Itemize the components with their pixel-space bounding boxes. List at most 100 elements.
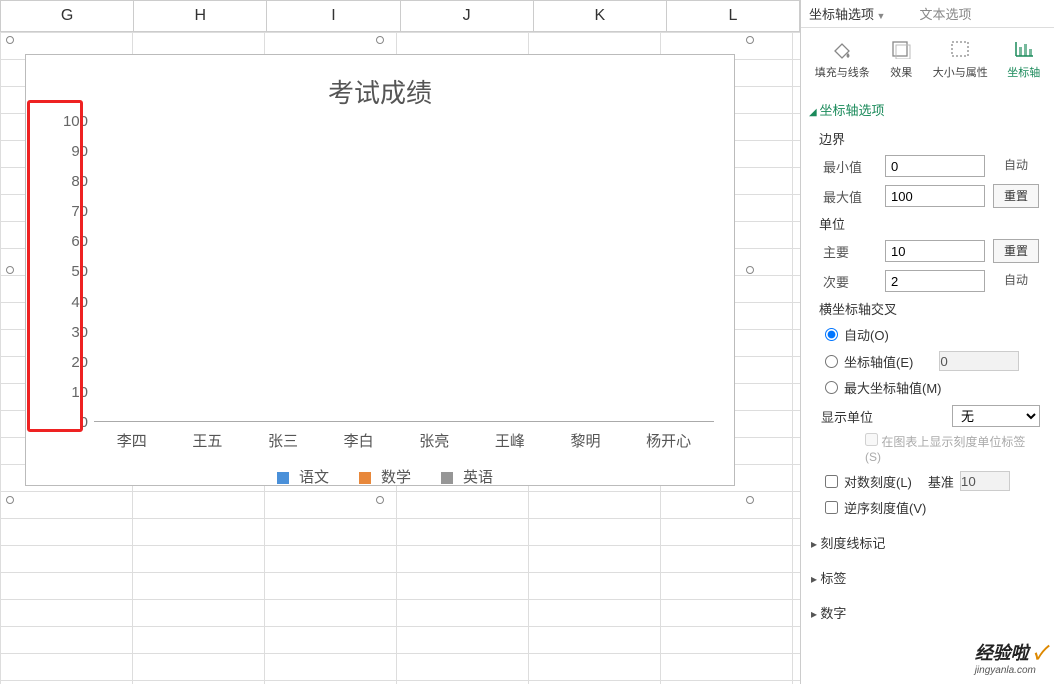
minor-auto-button[interactable]: 自动 <box>993 269 1039 293</box>
size-properties-button[interactable]: 大小与属性 <box>933 38 988 80</box>
x-axis-labels: 李四 王五 张三 李白 张亮 王峰 黎明 杨开心 <box>94 428 714 452</box>
minor-row: 次要 自动 <box>823 269 1040 293</box>
x-tick-label: 王五 <box>192 430 222 451</box>
major-label: 主要 <box>823 242 877 261</box>
units-label: 单位 <box>819 214 1040 233</box>
legend-swatch <box>359 472 371 484</box>
max-row: 最大值 重置 <box>823 184 1040 208</box>
col-header[interactable]: G <box>0 1 134 31</box>
panel-icon-row: 填充与线条 效果 大小与属性 坐标轴 <box>801 28 1054 86</box>
major-input[interactable] <box>885 240 985 262</box>
legend-swatch <box>441 472 453 484</box>
cross-label: 横坐标轴交叉 <box>819 299 1040 318</box>
radio-auto-row[interactable]: 自动(O) <box>825 325 1040 344</box>
min-row: 最小值 自动 <box>823 154 1040 178</box>
col-header[interactable]: K <box>534 1 667 31</box>
paint-bucket-icon <box>830 38 854 60</box>
chart-object[interactable]: 考试成绩 0102030405060708090100 李四王五张三李白张亮王峰… <box>10 40 750 500</box>
display-unit-select[interactable]: 无 <box>952 405 1040 427</box>
annotation-highlight-axis <box>27 100 83 432</box>
check-label: 逆序刻度值(V) <box>844 498 926 517</box>
plot-area: 0102030405060708090100 李四王五张三李白张亮王峰黎明杨开心 <box>94 122 714 452</box>
x-tick-label: 杨开心 <box>646 430 691 451</box>
fill-line-button[interactable]: 填充与线条 <box>815 38 870 80</box>
cross-value-radio[interactable] <box>825 355 838 368</box>
radio-label: 最大坐标轴值(M) <box>844 378 942 397</box>
resize-handle[interactable] <box>746 36 754 44</box>
col-header[interactable]: J <box>401 1 534 31</box>
icon-label: 效果 <box>890 64 912 80</box>
x-tick-label: 张三 <box>268 430 298 451</box>
x-tick-label: 李四 <box>117 430 147 451</box>
max-label: 最大值 <box>823 187 877 206</box>
effects-icon <box>889 38 913 60</box>
radio-label: 自动(O) <box>844 325 889 344</box>
format-axis-panel: 坐标轴选项 文本选项 填充与线条 效果 大小与属性 坐标轴 <box>800 0 1054 684</box>
legend-item[interactable]: 英语 <box>431 466 493 487</box>
resize-handle[interactable] <box>6 36 14 44</box>
bounds-label: 边界 <box>819 129 1040 148</box>
chart-box: 考试成绩 0102030405060708090100 李四王五张三李白张亮王峰… <box>25 54 735 486</box>
icon-label: 填充与线条 <box>815 64 870 80</box>
log-scale-row[interactable]: 对数刻度(L) 基准 <box>825 471 1040 491</box>
resize-handle[interactable] <box>6 496 14 504</box>
legend-swatch <box>277 472 289 484</box>
labels-section[interactable]: 标签 <box>811 568 1040 587</box>
col-header[interactable]: L <box>667 1 800 31</box>
display-unit-label: 显示单位 <box>821 407 873 426</box>
chart-legend[interactable]: 语文数学英语 <box>26 452 734 487</box>
tab-axis-options[interactable]: 坐标轴选项 <box>809 4 885 23</box>
cross-max-radio[interactable] <box>825 381 838 394</box>
radio-max-row[interactable]: 最大坐标轴值(M) <box>825 378 1040 397</box>
resize-handle[interactable] <box>746 266 754 274</box>
minor-input[interactable] <box>885 270 985 292</box>
x-tick-label: 张亮 <box>419 430 449 451</box>
watermark: 经验啦 ✓ jingyanla.com <box>975 639 1046 676</box>
resize-handle[interactable] <box>376 496 384 504</box>
bars-container <box>94 122 714 421</box>
radio-label: 坐标轴值(E) <box>844 352 913 371</box>
panel-tabs: 坐标轴选项 文本选项 <box>801 0 1054 28</box>
show-unit-label-check: 在图表上显示刻度单位标签(S) <box>865 433 1040 464</box>
size-icon <box>948 38 972 60</box>
show-unit-checkbox <box>865 433 878 446</box>
axis-icon <box>1012 38 1036 60</box>
reverse-row[interactable]: 逆序刻度值(V) <box>825 498 1040 517</box>
log-scale-checkbox[interactable] <box>825 475 838 488</box>
reverse-checkbox[interactable] <box>825 501 838 514</box>
panel-body: 坐标轴选项 边界 最小值 自动 最大值 重置 单位 主要 重置 次要 自动 横坐… <box>801 86 1054 630</box>
major-reset-button[interactable]: 重置 <box>993 239 1039 263</box>
tab-text-options[interactable]: 文本选项 <box>919 4 971 23</box>
major-row: 主要 重置 <box>823 239 1040 263</box>
col-header[interactable]: H <box>134 1 267 31</box>
legend-item[interactable]: 语文 <box>267 466 329 487</box>
display-unit-row: 显示单位 无 <box>821 405 1040 427</box>
column-header-row: G H I J K L <box>0 0 800 32</box>
minor-label: 次要 <box>823 272 877 291</box>
x-tick-label: 李白 <box>344 430 374 451</box>
chart-title[interactable]: 考试成绩 <box>26 55 734 122</box>
x-tick-label: 王峰 <box>495 430 525 451</box>
resize-handle[interactable] <box>6 266 14 274</box>
icon-label: 坐标轴 <box>1007 64 1040 80</box>
axis-options-section[interactable]: 坐标轴选项 <box>809 100 1040 119</box>
cross-auto-radio[interactable] <box>825 328 838 341</box>
max-reset-button[interactable]: 重置 <box>993 184 1039 208</box>
max-input[interactable] <box>885 185 985 207</box>
log-base-label: 基准 <box>928 472 954 491</box>
legend-item[interactable]: 数学 <box>349 466 411 487</box>
effects-button[interactable]: 效果 <box>889 38 913 80</box>
resize-handle[interactable] <box>746 496 754 504</box>
min-input[interactable] <box>885 155 985 177</box>
x-tick-label: 黎明 <box>571 430 601 451</box>
log-base-input <box>960 471 1010 491</box>
tick-marks-section[interactable]: 刻度线标记 <box>811 533 1040 552</box>
col-header[interactable]: I <box>267 1 400 31</box>
resize-handle[interactable] <box>376 36 384 44</box>
min-label: 最小值 <box>823 157 877 176</box>
min-auto-button[interactable]: 自动 <box>993 154 1039 178</box>
axis-button[interactable]: 坐标轴 <box>1007 38 1040 80</box>
radio-value-row[interactable]: 坐标轴值(E) <box>825 351 1040 371</box>
cross-value-input <box>939 351 1019 371</box>
number-section[interactable]: 数字 <box>811 603 1040 622</box>
